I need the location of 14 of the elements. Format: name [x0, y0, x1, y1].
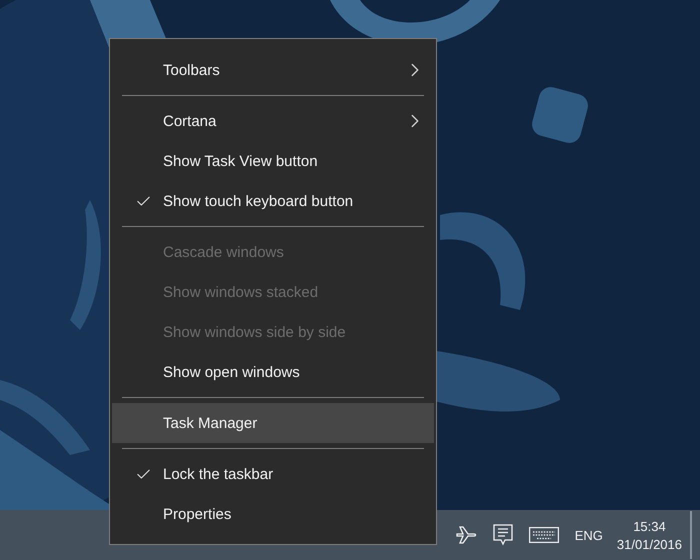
language-indicator[interactable]: ENG [574, 528, 603, 542]
menu-item[interactable]: Lock the taskbar [112, 454, 434, 494]
clock-time[interactable]: 15:34 [633, 518, 666, 534]
menu-item[interactable]: Toolbars [112, 50, 434, 90]
menu-item[interactable]: Show Task View button [112, 141, 434, 181]
notification-icon[interactable] [492, 524, 513, 546]
clock-date[interactable]: 31/01/2016 [616, 536, 682, 552]
menu-item[interactable]: Show touch keyboard button [112, 181, 434, 221]
menu-item[interactable]: Properties [112, 494, 434, 534]
menu-item[interactable]: Cortana [112, 101, 434, 141]
keyboard-icon[interactable] [528, 527, 559, 543]
menu-item[interactable]: Task Manager [112, 403, 434, 443]
airplane-icon[interactable] [454, 525, 477, 545]
menu-item[interactable]: Show open windows [112, 352, 434, 392]
